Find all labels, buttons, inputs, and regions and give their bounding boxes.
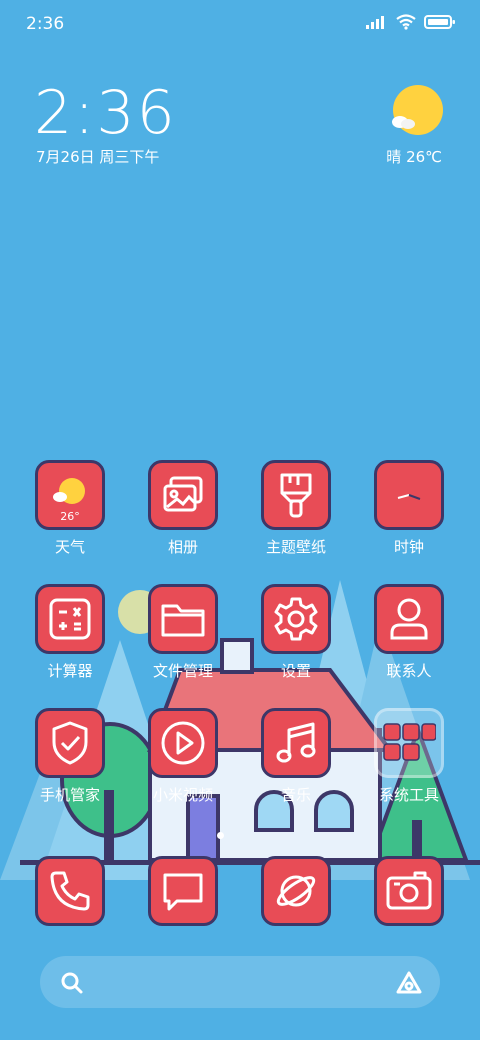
music-note-icon[interactable] (261, 708, 331, 778)
person-icon[interactable] (374, 584, 444, 654)
app-calculator[interactable]: 计算器 (20, 584, 120, 681)
app-files[interactable]: 文件管理 (133, 584, 233, 681)
status-time: 2:36 (26, 14, 65, 34)
folder-grid-icon[interactable] (374, 708, 444, 778)
weather-badge: 26° (60, 510, 80, 523)
app-label: 文件管理 (152, 662, 213, 680)
app-label: 手机管家 (39, 786, 100, 804)
app-settings[interactable]: 设置 (246, 584, 346, 681)
battery-icon (424, 15, 455, 29)
gear-icon[interactable] (261, 584, 331, 654)
app-label: 时钟 (393, 538, 424, 556)
wifi-icon (396, 14, 416, 30)
search-icon[interactable] (60, 971, 84, 995)
app-label: 系统工具 (378, 786, 439, 804)
clock-widget-time[interactable]: 2:36 (34, 78, 177, 148)
app-themes[interactable]: 主题壁纸 (246, 460, 346, 557)
phone-icon[interactable] (35, 856, 105, 926)
app-weather[interactable]: 26° 天气 (20, 460, 120, 557)
app-video[interactable]: 小米视频 (133, 708, 233, 805)
app-system-tools-folder[interactable]: 系统工具 (359, 708, 459, 805)
status-icons (366, 14, 456, 30)
assistant-icon[interactable] (396, 970, 422, 996)
message-icon[interactable] (148, 856, 218, 926)
app-label: 计算器 (47, 662, 93, 680)
app-gallery[interactable]: 相册 (133, 460, 233, 557)
app-label: 相册 (167, 538, 198, 556)
page-indicator (217, 832, 224, 839)
app-label: 联系人 (386, 662, 432, 680)
play-icon[interactable] (148, 708, 218, 778)
app-clock[interactable]: 时钟 (359, 460, 459, 557)
camera-icon[interactable] (374, 856, 444, 926)
shield-icon[interactable] (35, 708, 105, 778)
app-label: 设置 (280, 662, 311, 680)
clock-widget-date: 7月26日 周三下午 (36, 148, 160, 166)
theme-brush-icon[interactable] (261, 460, 331, 530)
signal-icon (366, 16, 384, 29)
app-label: 小米视频 (152, 786, 213, 804)
search-bar[interactable] (40, 956, 440, 1008)
app-security[interactable]: 手机管家 (20, 708, 120, 805)
app-label: 主题壁纸 (265, 538, 326, 556)
app-contacts[interactable]: 联系人 (359, 584, 459, 681)
dock-messages[interactable] (133, 856, 233, 926)
app-music[interactable]: 音乐 (246, 708, 346, 805)
dock-browser[interactable] (246, 856, 346, 926)
sun-cloud-icon[interactable] (388, 84, 444, 140)
dock-camera[interactable] (359, 856, 459, 926)
calculator-icon[interactable] (35, 584, 105, 654)
app-label: 天气 (54, 538, 85, 556)
browser-planet-icon[interactable] (261, 856, 331, 926)
weather-icon[interactable]: 26° (35, 460, 105, 530)
clock-icon[interactable] (374, 460, 444, 530)
app-label: 音乐 (280, 786, 311, 804)
weather-widget-text: 晴 26℃ (386, 148, 442, 166)
gallery-icon[interactable] (148, 460, 218, 530)
folder-icon[interactable] (148, 584, 218, 654)
dock-phone[interactable] (20, 856, 120, 926)
